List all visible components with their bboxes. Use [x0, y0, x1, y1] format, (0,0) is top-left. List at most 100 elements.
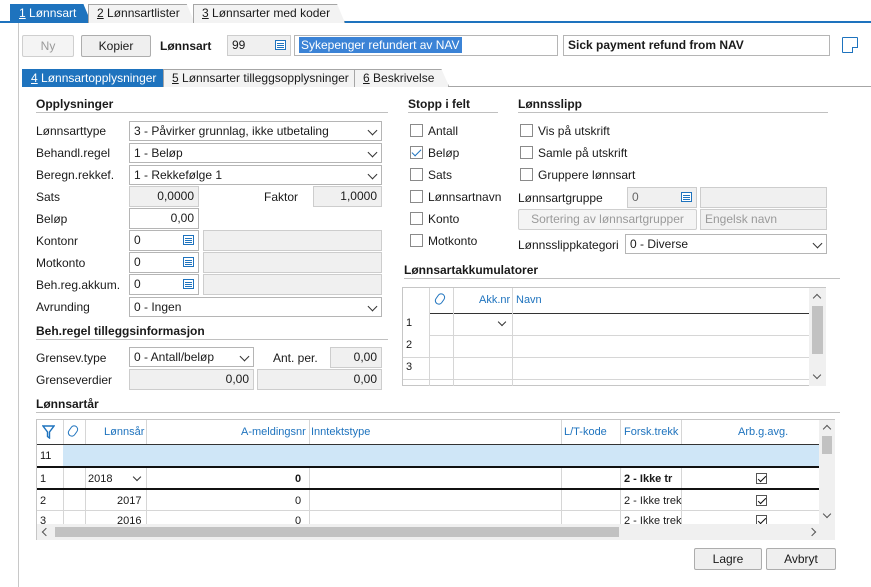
grenseverdi-2-field[interactable]: 0,00	[257, 369, 382, 390]
note-icon[interactable]	[842, 37, 858, 53]
arb-g-avg-checkbox[interactable]	[756, 473, 767, 484]
samle-pa-utskrift-label: Samle på utskrift	[538, 146, 628, 160]
scroll-down-icon[interactable]	[812, 370, 822, 380]
stopp-sats-checkbox[interactable]	[410, 168, 423, 181]
beregnrekkef-select[interactable]: 1 - Rekkefølge 1	[129, 165, 382, 185]
gruppere-lonnsart-label: Gruppere lønnsart	[538, 168, 636, 182]
tab-lonnsarter-med-koder[interactable]: 3 Lønnsarter med koder	[193, 4, 345, 23]
tab-beskrivelse[interactable]: 6 Beskrivelse	[354, 69, 449, 87]
antper-field[interactable]: 0,00	[330, 347, 382, 368]
tab-lonnsart[interactable]: 1 Lønnsart	[10, 4, 91, 23]
scroll-right-icon[interactable]	[807, 527, 817, 537]
scroll-thumb[interactable]	[812, 306, 823, 354]
scroll-left-icon[interactable]	[41, 527, 51, 537]
chevron-down-icon[interactable]	[497, 317, 507, 327]
lonnsar-value: 2017	[117, 495, 142, 507]
lonnsar-value[interactable]: 2018	[88, 473, 112, 486]
engelsk-navn-field[interactable]: Engelsk navn	[700, 209, 827, 230]
col-lonnsar[interactable]: Lønnsår	[104, 426, 144, 439]
row-number: 2	[406, 339, 413, 351]
antper-label: Ant. per.	[273, 351, 318, 365]
behreg-field[interactable]: 0	[129, 274, 199, 295]
stopp-belop-label: Beløp	[428, 146, 460, 160]
lonnsarttype-label: Lønnsarttype	[36, 124, 107, 138]
tab-label: Lønnsart	[29, 6, 77, 20]
grensevtype-select[interactable]: 0 - Antall/beløp	[129, 347, 254, 367]
copy-button[interactable]: Kopier	[81, 35, 151, 57]
tab-label: Lønnsartlister	[107, 6, 180, 20]
col-lt-kode[interactable]: L/T-kode	[564, 426, 607, 439]
vis-pa-utskrift-checkbox[interactable]	[520, 124, 533, 137]
stopp-belop-checkbox[interactable]	[410, 146, 423, 159]
horizontal-scrollbar[interactable]	[37, 524, 835, 540]
scroll-up-icon[interactable]	[822, 424, 832, 434]
stopp-lonnsartnavn-label: Lønnsartnavn	[428, 190, 502, 204]
kontonr-field[interactable]: 0	[129, 230, 199, 251]
tab-lonnsarter-tilleggsopplysninger[interactable]: 5 Lønnsarter tilleggsopplysninger	[163, 69, 364, 87]
chevron-down-icon	[367, 147, 378, 158]
scroll-thumb[interactable]	[55, 527, 619, 537]
lonnsart-label: Lønnsart	[160, 39, 212, 53]
section-divider	[36, 339, 388, 340]
col-navn[interactable]: Navn	[516, 294, 542, 307]
grensevtype-label: Grensev.type	[36, 351, 107, 365]
avrunding-select[interactable]: 0 - Ingen	[129, 297, 382, 317]
filter-row[interactable]	[63, 445, 819, 466]
samle-pa-utskrift-checkbox[interactable]	[520, 146, 533, 159]
row-number: 1	[406, 317, 413, 329]
lonnsarttype-select[interactable]: 3 - Påvirker grunnlag, ikke utbetaling	[129, 121, 382, 141]
akkumulatorer-title: Lønnsartakkumulatorer	[404, 263, 539, 277]
scrollbar[interactable]	[819, 420, 835, 524]
scroll-down-icon[interactable]	[822, 509, 832, 519]
stopp-antall-checkbox[interactable]	[410, 124, 423, 137]
belop-label: Beløp	[36, 212, 68, 226]
stopp-motkonto-checkbox[interactable]	[410, 234, 423, 247]
col-inntektstype[interactable]: Inntektstype	[311, 426, 370, 439]
lonnsart-number-field[interactable]: 99	[227, 35, 291, 56]
lonnsslippkategori-select[interactable]: 0 - Diverse	[625, 234, 827, 254]
lonnsartgruppe-field[interactable]: 0	[627, 187, 697, 208]
tab-label: Lønnsarter med koder	[212, 6, 331, 20]
scroll-thumb[interactable]	[822, 436, 832, 454]
sats-field[interactable]: 0,0000	[129, 186, 199, 207]
tab-lonnsartlister[interactable]: 2 Lønnsartlister	[88, 4, 195, 23]
vis-pa-utskrift-label: Vis på utskrift	[538, 124, 610, 138]
faktor-field[interactable]: 1,0000	[313, 186, 382, 207]
col-forsk-trekk[interactable]: Forsk.trekk	[624, 426, 678, 439]
lookup-icon[interactable]	[272, 37, 289, 54]
arb-g-avg-checkbox[interactable]	[756, 495, 767, 506]
behandlregel-select[interactable]: 1 - Beløp	[129, 143, 382, 163]
col-a-meldingsnr[interactable]: A-meldingsnr	[241, 426, 306, 439]
cancel-button[interactable]: Avbryt	[766, 548, 836, 570]
lonnsslipp-title: Lønnsslipp	[518, 97, 582, 111]
lonnsarttype-value: 3 - Påvirker grunnlag, ikke utbetaling	[134, 124, 329, 138]
new-button[interactable]: Ny	[22, 35, 74, 57]
lookup-icon[interactable]	[180, 232, 197, 249]
stopp-lonnsartnavn-checkbox[interactable]	[410, 190, 423, 203]
lookup-icon[interactable]	[180, 254, 197, 271]
row-number: 1	[40, 473, 47, 485]
tab-key: 6	[363, 71, 370, 85]
motkonto-field[interactable]: 0	[129, 252, 199, 273]
chevron-down-icon[interactable]	[132, 472, 142, 482]
col-akknr[interactable]: Akk.nr	[479, 294, 510, 307]
beregnrekkef-label: Beregn.rekkef.	[36, 168, 115, 182]
filter-icon[interactable]	[41, 425, 56, 440]
tab-lonnsartopplysninger[interactable]: 4 Lønnsartopplysninger	[22, 69, 171, 87]
lookup-icon[interactable]	[180, 276, 197, 293]
grensevtype-value: 0 - Antall/beløp	[134, 350, 215, 364]
save-button[interactable]: Lagre	[694, 548, 762, 570]
scrollbar[interactable]	[809, 288, 826, 386]
lookup-icon[interactable]	[678, 189, 695, 206]
sortering-button[interactable]: Sortering av lønnsartgrupper	[518, 209, 697, 230]
lonnsart-english-name-field[interactable]: Sick payment refund from NAV	[563, 35, 830, 56]
col-arb-g-avg[interactable]: Arb.g.avg.	[738, 426, 788, 439]
lonnsart-name-field[interactable]: Sykepenger refundert av NAV	[294, 35, 558, 56]
gruppere-lonnsart-checkbox[interactable]	[520, 168, 533, 181]
belop-field[interactable]: 0,00	[129, 208, 199, 229]
scroll-up-icon[interactable]	[812, 293, 822, 303]
chevron-down-icon	[812, 238, 823, 249]
stopp-konto-checkbox[interactable]	[410, 212, 423, 225]
motkonto-name-field	[203, 252, 382, 273]
grenseverdi-1-field[interactable]: 0,00	[129, 369, 254, 390]
